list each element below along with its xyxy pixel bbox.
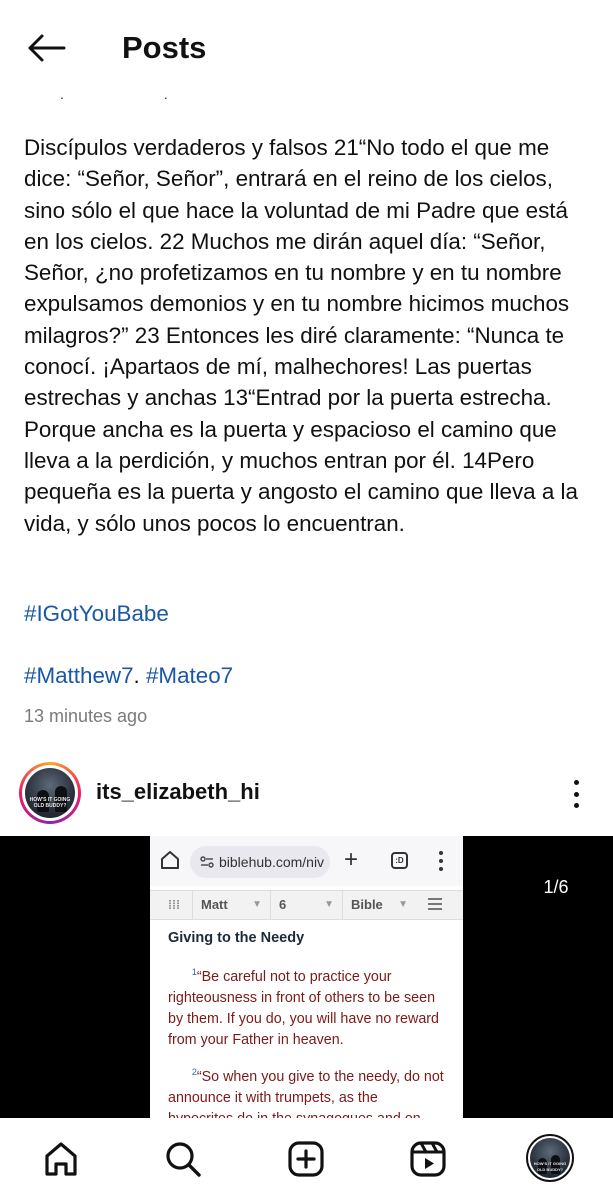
hashtag-separator: . — [133, 663, 146, 688]
story-avatar[interactable]: HOW'S IT GOING OLD BUDDY? — [19, 762, 81, 824]
chevron-down-icon: ▼ — [324, 899, 334, 910]
page-title: Posts — [122, 30, 207, 65]
grid-icon: ⁞⁞⁞ — [168, 898, 180, 912]
bottom-nav: HOW'S IT GOING OLD BUDDY? — [0, 1118, 613, 1200]
hashtag-line-2: #Matthew7. #Mateo7 — [24, 661, 233, 691]
verse-text: “Be careful not to practice your righteo… — [168, 968, 439, 1048]
tab-switcher-icon: :D — [391, 852, 408, 869]
nav-home[interactable] — [38, 1136, 84, 1182]
media-counter: 1/6 — [543, 877, 569, 897]
site-settings-icon — [200, 856, 214, 868]
chevron-down-icon: ▼ — [252, 899, 262, 910]
screenshot-image: biblehub.com/niv + :D ⁞⁞⁞ Matt ▼ 6 ▼ Bible… — [150, 836, 463, 1118]
nav-create[interactable] — [283, 1136, 329, 1182]
more-options-button[interactable] — [562, 778, 590, 810]
chevron-down-icon: ▼ — [398, 899, 408, 910]
version-value: Bible — [351, 897, 383, 912]
new-tab-icon: + — [344, 846, 359, 873]
verse: 1“Be careful not to practice your righte… — [168, 962, 444, 1051]
url-text: biblehub.com/niv — [219, 854, 325, 870]
url-bar: biblehub.com/niv — [190, 846, 330, 878]
browser-toolbar: biblehub.com/niv + :D — [150, 836, 463, 886]
post-header: HOW'S IT GOING OLD BUDDY? its_elizabeth_… — [0, 752, 613, 836]
chapter-value: 6 — [279, 897, 287, 912]
arrow-left-icon — [28, 34, 66, 62]
top-bar: Posts .. — [0, 0, 613, 102]
verse-text: “So when you give to the needy, do not a… — [168, 1068, 444, 1118]
hamburger-icon — [428, 898, 442, 910]
post-caption: Discípulos verdaderos y falsos 21“No tod… — [24, 135, 578, 536]
hashtag-line-1: #IGotYouBabe — [24, 599, 169, 629]
avatar-text: HOW'S IT GOING OLD BUDDY? — [533, 1161, 567, 1172]
back-button[interactable] — [22, 28, 70, 68]
more-vertical-icon — [573, 780, 579, 785]
home-icon — [45, 1142, 77, 1176]
browser-menu-icon — [438, 851, 444, 871]
search-icon — [166, 1142, 201, 1177]
nav-profile[interactable]: HOW'S IT GOING OLD BUDDY? — [526, 1134, 574, 1182]
create-post-icon — [288, 1141, 324, 1177]
reels-icon — [410, 1141, 446, 1177]
avatar-text: HOW'S IT GOING OLD BUDDY? — [29, 797, 71, 809]
nav-search[interactable] — [160, 1136, 206, 1182]
nav-reels[interactable] — [405, 1136, 451, 1182]
verse: 2“So when you give to the needy, do not … — [168, 1062, 444, 1118]
hashtag-link[interactable]: #IGotYouBabe — [24, 601, 169, 626]
book-value: Matt — [201, 897, 228, 912]
section-heading: Giving to the Needy — [168, 930, 305, 946]
hashtag-link[interactable]: #Matthew7 — [24, 663, 134, 688]
post-media[interactable]: biblehub.com/niv + :D ⁞⁞⁞ Matt ▼ 6 ▼ Bible… — [0, 836, 613, 1118]
home-icon — [161, 851, 179, 869]
username[interactable]: its_elizabeth_hi — [96, 779, 260, 805]
avatar-image: HOW'S IT GOING OLD BUDDY? — [25, 768, 75, 818]
version-select: Bible ▼ — [342, 891, 416, 919]
profile-avatar: HOW'S IT GOING OLD BUDDY? — [530, 1138, 570, 1178]
book-select: Matt ▼ — [192, 891, 270, 919]
clipped-text-fragment: .. — [60, 86, 268, 102]
chapter-select: 6 ▼ — [270, 891, 342, 919]
post-timestamp: 13 minutes ago — [24, 706, 148, 726]
hashtag-link[interactable]: #Mateo7 — [146, 663, 233, 688]
bible-nav-bar: ⁞⁞⁞ Matt ▼ 6 ▼ Bible ▼ — [150, 890, 463, 920]
